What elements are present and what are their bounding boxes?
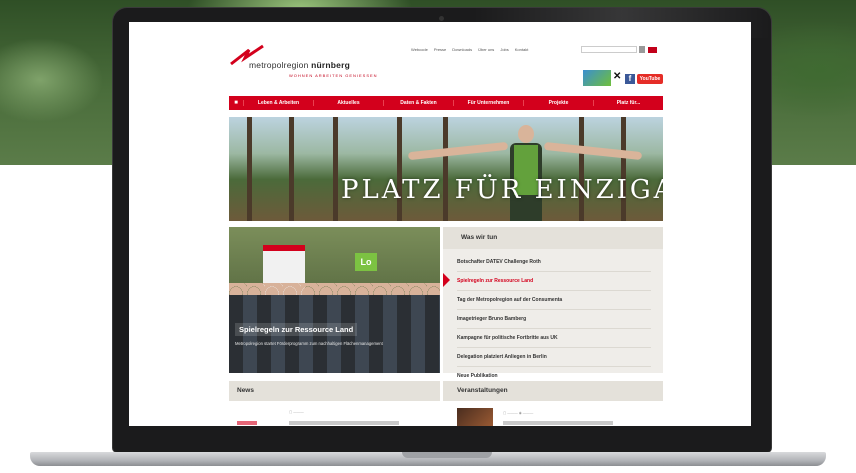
main-navigation: ■ Leben & Arbeiten Aktuelles Daten & Fak… (229, 96, 663, 110)
laptop-screen: metropolregion nürnberg WOHNEN ARBEITEN … (129, 22, 751, 426)
topnav-ueber-uns[interactable]: Über uns (478, 47, 494, 52)
event-meta: ▢ ——— ◉ ——— (503, 411, 534, 415)
list-item[interactable]: Tag der Metropolregion auf der Consument… (457, 291, 651, 310)
facebook-icon[interactable]: f (625, 74, 635, 84)
hero-tree (621, 117, 626, 221)
xing-icon[interactable]: ✕ (613, 72, 623, 82)
site-logo[interactable]: metropolregion nürnberg WOHNEN ARBEITEN … (229, 44, 389, 84)
webcam-icon (439, 16, 444, 21)
nav-platz-fuer[interactable]: Platz für... (593, 100, 663, 106)
events-heading: Veranstaltungen (443, 381, 663, 401)
logo-brand-light: metropolregion (249, 60, 309, 70)
what-we-do-panel: Was wir tun Botschafter DATEV Challenge … (443, 227, 663, 386)
home-icon[interactable]: ■ (229, 100, 243, 106)
featured-teaser[interactable]: Lo Spielregeln zur Ressource Land Metrop… (229, 227, 440, 373)
event-thumbnail[interactable] (457, 408, 493, 426)
top-navigation: Webcode Presse Downloads Über uns Jobs K… (411, 47, 528, 52)
news-title-placeholder[interactable] (289, 421, 399, 425)
news-heading: News (229, 381, 440, 401)
logo-brand-bold: nürnberg (311, 60, 350, 70)
search-icon[interactable] (639, 46, 645, 53)
hero-headline: PLATZ FÜR EINZIGARTIGE (341, 175, 663, 205)
active-item-arrow-icon (443, 273, 450, 287)
teaser-caption: Spielregeln zur Ressource Land Metropolr… (235, 319, 435, 347)
hero-arm (543, 141, 643, 161)
hero-tree (397, 117, 402, 221)
language-flag-icon[interactable] (648, 47, 657, 53)
list-item[interactable]: Delegation platziert Anliegen in Berlin (457, 348, 651, 367)
hero-head (518, 125, 534, 143)
topnav-presse[interactable]: Presse (434, 47, 446, 52)
topnav-webcode[interactable]: Webcode (411, 47, 428, 52)
hero-tree (333, 117, 338, 221)
teaser-green-sign: Lo (355, 253, 377, 271)
teaser-title[interactable]: Spielregeln zur Ressource Land (235, 323, 358, 336)
hero-tree (247, 117, 252, 221)
hero-tree (579, 117, 584, 221)
news-meta: ▢ ——— (289, 410, 304, 414)
nav-daten-fakten[interactable]: Daten & Fakten (383, 100, 453, 106)
website: metropolregion nürnberg WOHNEN ARBEITEN … (227, 22, 665, 426)
hero-person (407, 125, 643, 221)
what-we-do-list: Botschafter DATEV Challenge Roth Spielre… (457, 253, 651, 386)
hero-banner[interactable]: PLATZ FÜR EINZIGARTIGE (229, 117, 663, 221)
logo-tagline: WOHNEN ARBEITEN GENIESSEN (289, 73, 378, 78)
nav-fuer-unternehmen[interactable]: Für Unternehmen (453, 100, 523, 106)
topnav-downloads[interactable]: Downloads (452, 47, 472, 52)
laptop-base (30, 452, 826, 466)
search-input[interactable] (581, 46, 637, 53)
event-title-placeholder[interactable] (503, 421, 613, 425)
youtube-icon[interactable]: YouTube (637, 74, 663, 84)
teaser-description: Metropolregion startet Förderprogramm zu… (235, 341, 383, 346)
hero-arm (407, 141, 509, 161)
hero-tree (443, 117, 448, 221)
nav-leben-arbeiten[interactable]: Leben & Arbeiten (243, 100, 313, 106)
list-item[interactable]: Botschafter DATEV Challenge Roth (457, 253, 651, 272)
topnav-kontakt[interactable]: Kontakt (515, 47, 529, 52)
list-item[interactable]: Imagetrieger Bruno Bamberg (457, 310, 651, 329)
nav-projekte[interactable]: Projekte (523, 100, 593, 106)
nav-aktuelles[interactable]: Aktuelles (313, 100, 383, 106)
logo-text: metropolregion nürnberg (249, 60, 350, 70)
topnav-jobs[interactable]: Jobs (500, 47, 508, 52)
fairtrade-logo[interactable] (583, 70, 611, 86)
news-category-bar (237, 421, 257, 425)
laptop-hinge-notch (402, 452, 492, 458)
list-item[interactable]: Spielregeln zur Ressource Land (457, 272, 651, 291)
hero-tree (289, 117, 294, 221)
list-item[interactable]: Kampagne für politische Fortbritte aus U… (457, 329, 651, 348)
what-we-do-heading: Was wir tun (443, 227, 663, 249)
